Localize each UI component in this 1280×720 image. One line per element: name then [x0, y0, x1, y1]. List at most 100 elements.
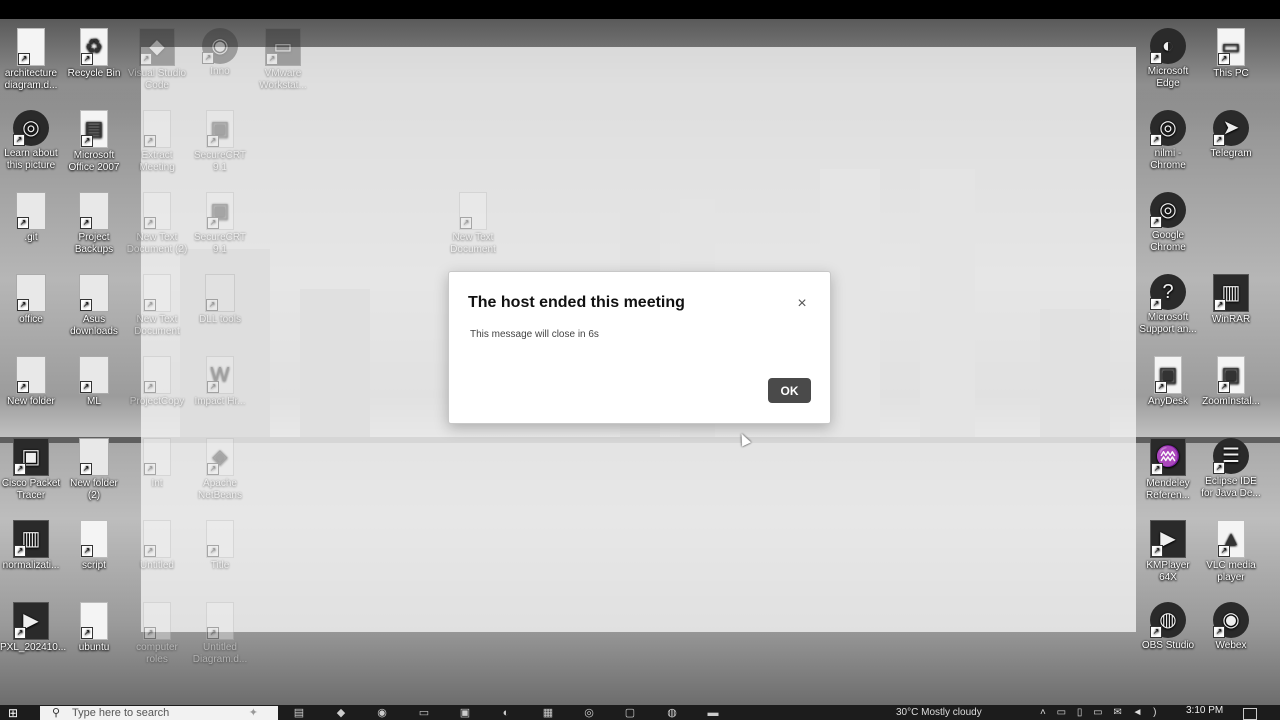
desktop-icon[interactable]: ▲ ↗ VLC media player: [1200, 520, 1262, 584]
desktop-icon-label: Impact Hr...: [194, 396, 246, 407]
desktop-icon[interactable]: ▣ ↗ AnyDesk: [1137, 356, 1199, 408]
weather-widget[interactable]: 30°C Mostly cloudy: [896, 707, 982, 718]
windows-start-icon[interactable]: ⊞: [8, 707, 24, 720]
shortcut-arrow-icon: ↗: [81, 135, 93, 147]
desktop-icon-label: Int: [151, 478, 163, 489]
shortcut-arrow-icon: ↗: [1151, 545, 1163, 557]
desktop-icon[interactable]: ◆ ↗ Visual Studio Code: [126, 28, 188, 92]
chrome-taskbar-icon[interactable]: ◉: [374, 707, 390, 719]
desktop-icon[interactable]: ♻ ↗ Recycle Bin: [63, 28, 125, 80]
desktop-icon[interactable]: ◉ ↗ Inno: [189, 28, 251, 78]
folder-icon: ↗: [79, 192, 109, 230]
shortcut-arrow-icon: ↗: [1150, 216, 1162, 228]
desktop-icon[interactable]: ↗ Untitled Diagram.d...: [189, 602, 251, 666]
shortcut-arrow-icon: ↗: [1150, 52, 1162, 64]
desktop-icon[interactable]: ↗ New Text Document: [126, 274, 188, 338]
desktop-icon[interactable]: ◎ ↗ Google Chrome: [1137, 192, 1199, 254]
desktop-icon[interactable]: ◎ ↗ nilmi - Chrome: [1137, 110, 1199, 172]
taskbar-search-input[interactable]: ⚲ Type here to search ✦: [40, 706, 278, 720]
desktop-icon-label: .git: [24, 232, 38, 243]
desktop-icon[interactable]: ↗ ML: [63, 356, 125, 408]
desktop-icon[interactable]: ↗ ubuntu: [63, 602, 125, 654]
calculator-icon[interactable]: ▦: [540, 707, 556, 719]
taskbar-clock[interactable]: 3:10 PM: [1186, 705, 1223, 716]
shortcut-arrow-icon: ↗: [1150, 298, 1162, 310]
desktop-icon[interactable]: ? ↗ Microsoft Support an...: [1137, 274, 1199, 336]
desktop-icon[interactable]: ☰ ↗ Eclipse IDE for Java De...: [1200, 438, 1262, 500]
taskbar-app-icon-4[interactable]: ▬: [705, 707, 721, 719]
desktop-icon-label: Asus downloads: [70, 314, 118, 337]
desktop-icon[interactable]: ↗ New Text Document (2): [126, 192, 188, 256]
computer-icon: ▭ ↗: [1217, 28, 1245, 66]
desktop-icon-label: Google Chrome: [1150, 230, 1186, 253]
desktop-icon[interactable]: ↗ computer roles: [126, 602, 188, 666]
desktop-icon[interactable]: ↗ Extract Meeting: [126, 110, 188, 174]
chrome-taskbar-icon-2[interactable]: ◎: [581, 707, 597, 719]
desktop-icon[interactable]: ◎ ↗ Learn about this picture: [0, 110, 62, 172]
desktop-icon[interactable]: W ↗ Impact Hr...: [189, 356, 251, 408]
desktop-icon-label: DLL tools: [199, 314, 241, 325]
folder-icon: ↗: [79, 274, 109, 312]
desktop-icon[interactable]: ▥ ↗ normalizati...: [0, 520, 62, 572]
folder-icon: ↗: [16, 356, 46, 394]
desktop-icon[interactable]: ↗ office: [0, 274, 62, 326]
desktop-icon[interactable]: ↗ Untitled: [126, 520, 188, 572]
desktop-icon[interactable]: ▶ ↗ KMPlayer 64X: [1137, 520, 1199, 584]
desktop-icon[interactable]: ↗ script: [63, 520, 125, 572]
desktop-icon[interactable]: ▣ ↗ SecureCRT 9.1: [189, 192, 251, 256]
desktop-icon[interactable]: ↗ Project Backups: [63, 192, 125, 256]
notifications-icon[interactable]: [1243, 708, 1257, 720]
desktop-icon[interactable]: ▥ ↗ WinRAR: [1200, 274, 1262, 326]
desktop-icon[interactable]: ▣ ↗ SecureCRT 9.1: [189, 110, 251, 174]
desktop-icon[interactable]: ◈ ↗ Apache NetBeans: [189, 438, 251, 502]
desktop-icon[interactable]: ▣ ↗ Cisco Packet Tracer: [0, 438, 62, 502]
desktop-icon[interactable]: ▭ ↗ This PC: [1200, 28, 1262, 80]
desktop-icon[interactable]: ↗ Title: [189, 520, 251, 572]
desktop-icon[interactable]: ▤ ↗ Microsoft Office 2007: [63, 110, 125, 174]
ok-button[interactable]: OK: [768, 378, 811, 403]
desktop-icon[interactable]: ▣ ↗ ZoomInstal...: [1200, 356, 1262, 408]
desktop-icon[interactable]: ◍ ↗ OBS Studio: [1137, 602, 1199, 652]
desktop-icon-label: Microsoft Office 2007: [68, 150, 120, 173]
chrome-icon: ◎ ↗: [1150, 110, 1186, 146]
desktop-icon[interactable]: ↗ architecture diagram.d...: [0, 28, 62, 92]
chrome-icon: ◎ ↗: [1150, 192, 1186, 228]
webex-icon: ◉ ↗: [1213, 602, 1249, 638]
desktop-icon[interactable]: ↗ Int: [126, 438, 188, 490]
desktop-icon[interactable]: ↗ Asus downloads: [63, 274, 125, 338]
desktop-icon-label: Extract Meeting: [139, 150, 175, 173]
edge-taskbar-icon[interactable]: ◐: [498, 707, 514, 719]
taskbar-app-icon-3[interactable]: ◍: [664, 707, 680, 719]
task-view-icon[interactable]: ▤: [291, 707, 307, 719]
file-explorer-icon[interactable]: ▭: [416, 707, 432, 719]
desktop-icon[interactable]: ↗ .git: [0, 192, 62, 244]
desktop-icon[interactable]: ↗ New folder (2): [63, 438, 125, 502]
desktop-icon[interactable]: ↗ DLL tools: [189, 274, 251, 326]
search-highlight-icon: ✦: [248, 707, 258, 719]
shortcut-arrow-icon: ↗: [1150, 134, 1162, 146]
recycle-bin-icon: ♻ ↗: [80, 28, 108, 66]
desktop-icon[interactable]: ↗ ProjectCopy: [126, 356, 188, 408]
desktop-icon[interactable]: ▶ ↗ PXL_202410...: [0, 602, 67, 654]
desktop-icon-label: AnyDesk: [1147, 396, 1188, 407]
desktop-icon[interactable]: ↗ New Text Document: [442, 192, 504, 256]
system-tray-icons[interactable]: ˄ ▭ ▯ ▭ ✉ ◄ ): [1040, 707, 1161, 718]
desktop-icon[interactable]: ◐ ↗ Microsoft Edge: [1137, 28, 1199, 90]
desktop-icon-label: PXL_202410...: [0, 642, 67, 653]
close-icon[interactable]: ×: [794, 296, 810, 312]
desktop-icon-label: office: [19, 314, 43, 325]
search-icon: ⚲: [52, 707, 61, 719]
desktop-icon-label: ML: [87, 396, 101, 407]
shortcut-arrow-icon: ↗: [81, 53, 93, 65]
shortcut-arrow-icon: ↗: [144, 217, 156, 229]
store-icon[interactable]: ▣: [457, 707, 473, 719]
taskbar-app-icon-2[interactable]: ▢: [622, 707, 638, 719]
taskbar-app-icon[interactable]: ◆: [333, 707, 349, 719]
desktop-icon[interactable]: ↗ New folder: [0, 356, 62, 408]
shortcut-arrow-icon: ↗: [1218, 545, 1230, 557]
desktop-icon[interactable]: ➤ ↗ Telegram: [1200, 110, 1262, 160]
desktop-icon[interactable]: ◉ ↗ Webex: [1200, 602, 1262, 652]
shortcut-arrow-icon: ↗: [80, 463, 92, 475]
desktop-icon[interactable]: ♒ ↗ Mendeley Referen...: [1137, 438, 1199, 502]
desktop-icon[interactable]: ▭ ↗ VMware Workstat...: [252, 28, 314, 92]
